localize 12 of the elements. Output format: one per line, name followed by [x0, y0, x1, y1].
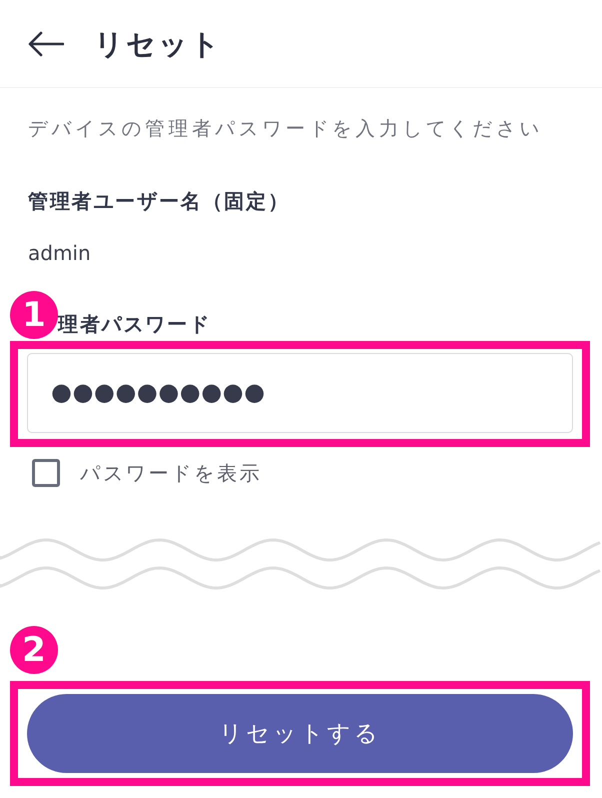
step-badge: 1	[10, 291, 58, 339]
back-arrow-icon[interactable]	[28, 30, 64, 56]
username-label: 管理者ユーザー名（固定）	[28, 188, 291, 214]
password-label: 理者パスワード	[58, 311, 211, 337]
password-field[interactable]: ●●●●●●●●●●	[27, 353, 573, 433]
page-title: リセット	[94, 26, 222, 62]
show-password-label: パスワードを表示	[80, 460, 262, 486]
reset-button[interactable]: リセットする	[27, 694, 573, 773]
step-badge: 2	[10, 626, 58, 674]
checkbox[interactable]	[32, 459, 60, 487]
username-value: admin	[28, 240, 92, 266]
instruction-text: デバイスの管理者パスワードを入力してください	[28, 116, 544, 142]
